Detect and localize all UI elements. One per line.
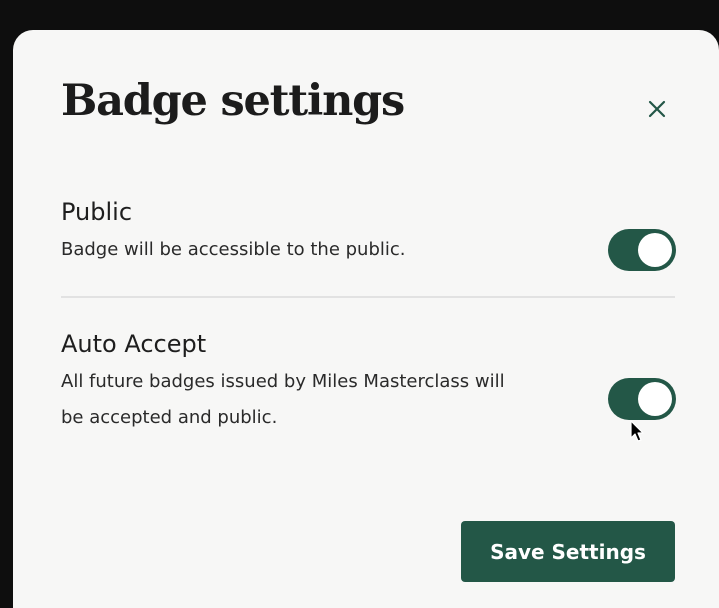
setting-public-description: Badge will be accessible to the public.: [61, 239, 406, 260]
setting-public-title: Public: [61, 198, 133, 226]
setting-auto-accept-title: Auto Accept: [61, 330, 207, 358]
setting-auto-accept-description-line-2: be accepted and public.: [61, 407, 278, 428]
setting-auto-accept-description-line-1: All future badges issued by Miles Master…: [61, 371, 505, 392]
public-toggle[interactable]: [608, 229, 676, 271]
divider: [61, 296, 675, 298]
close-icon[interactable]: [642, 94, 672, 124]
dialog-title: Badge settings: [61, 76, 405, 126]
save-settings-button[interactable]: Save Settings: [461, 521, 675, 582]
badge-settings-dialog: Badge settings Public Badge will be acce…: [13, 30, 719, 608]
mouse-pointer-icon: [630, 420, 646, 448]
toggle-knob: [638, 382, 672, 416]
toggle-knob: [638, 233, 672, 267]
auto-accept-toggle[interactable]: [608, 378, 676, 420]
